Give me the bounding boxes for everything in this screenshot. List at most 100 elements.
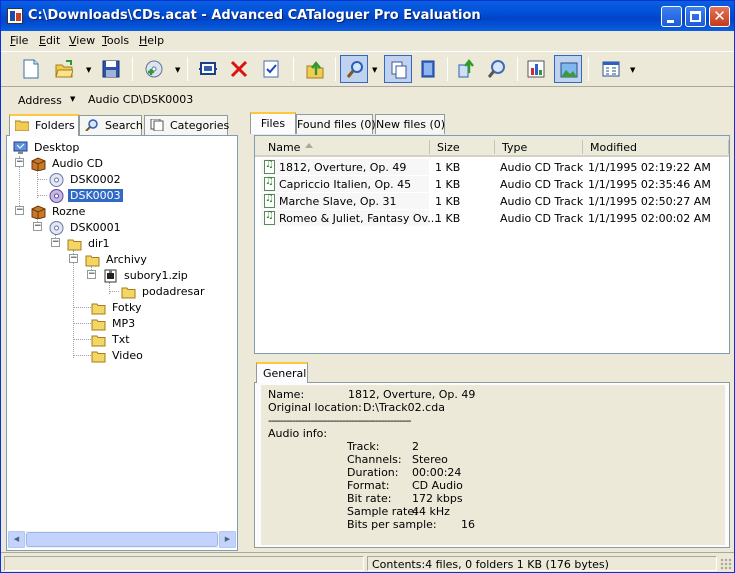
- view-mode-dropdown-icon[interactable]: ▼: [630, 66, 635, 74]
- thumbnail-button[interactable]: [554, 55, 582, 83]
- menu-file[interactable]: File: [10, 34, 28, 47]
- save-button[interactable]: [97, 55, 125, 83]
- address-dropdown-icon[interactable]: ▼: [70, 95, 75, 103]
- resize-grip-icon[interactable]: [720, 558, 732, 570]
- find-button[interactable]: [340, 55, 368, 83]
- tree-expander[interactable]: −: [51, 238, 60, 247]
- up-folder-button[interactable]: [301, 55, 329, 83]
- menu-edit[interactable]: Edit: [39, 34, 60, 47]
- close-button[interactable]: ✕: [709, 6, 730, 27]
- cell-type: Audio CD Track: [500, 161, 584, 174]
- new-document-icon: [23, 59, 39, 79]
- tree-expander[interactable]: −: [15, 206, 24, 215]
- address-bar: Address ▼ Audio CD\DSK0003: [1, 88, 734, 110]
- zip-file-icon: [104, 269, 117, 283]
- book-button[interactable]: [414, 55, 442, 83]
- tab-general[interactable]: General: [256, 362, 308, 383]
- right-tab-strip: Files Found files (0) New files (0): [250, 112, 730, 134]
- app-icon[interactable]: [7, 8, 23, 24]
- copy-button[interactable]: [384, 55, 412, 83]
- tree-expander[interactable]: −: [33, 222, 42, 231]
- cell-type: Audio CD Track: [500, 212, 584, 225]
- table-row[interactable]: 1812, Overture, Op. 49 1 KB Audio CD Tra…: [261, 159, 729, 175]
- menu-tools[interactable]: Tools: [102, 34, 129, 47]
- toolbar-separator: [187, 57, 188, 81]
- minimize-button[interactable]: [661, 6, 682, 27]
- status-contents: Contents:4 files, 0 folders 1 KB (176 by…: [372, 558, 609, 571]
- add-disk-button[interactable]: [140, 55, 168, 83]
- scan-button[interactable]: [194, 55, 222, 83]
- column-modified-label: Modified: [590, 141, 637, 154]
- tree-expander[interactable]: −: [15, 158, 24, 167]
- import-button[interactable]: [452, 55, 480, 83]
- format-label: Format:: [347, 479, 390, 492]
- tree-connector: [37, 179, 47, 180]
- column-header-modified[interactable]: Modified: [583, 136, 729, 157]
- title-bar[interactable]: C:\Downloads\CDs.acat - Advanced CATalog…: [1, 1, 734, 31]
- scroll-left-icon[interactable]: ◀: [8, 531, 25, 548]
- report-button[interactable]: [522, 55, 550, 83]
- column-type-label: Type: [502, 141, 528, 154]
- scroll-right-icon[interactable]: ▶: [219, 531, 236, 548]
- column-header-type[interactable]: Type: [495, 136, 583, 157]
- web-search-button[interactable]: [483, 55, 511, 83]
- delete-icon: [230, 60, 248, 78]
- tree-connector: [109, 291, 119, 292]
- tree-expander[interactable]: −: [87, 270, 96, 279]
- toolbar-separator: [293, 57, 294, 81]
- tab-search[interactable]: Search: [79, 115, 143, 135]
- maximize-button[interactable]: [685, 6, 706, 27]
- tab-categories[interactable]: Categories: [144, 115, 229, 135]
- new-button[interactable]: [17, 55, 45, 83]
- menu-view[interactable]: View: [69, 34, 95, 47]
- open-dropdown-icon[interactable]: ▼: [86, 66, 91, 74]
- tab-new-files[interactable]: New files (0): [375, 114, 445, 134]
- scroll-thumb[interactable]: [26, 532, 218, 547]
- track-label: Track:: [347, 440, 380, 453]
- properties-button[interactable]: [257, 55, 285, 83]
- vertical-splitter[interactable]: [242, 110, 247, 551]
- column-header-name[interactable]: Name: [255, 136, 430, 157]
- horizontal-splitter[interactable]: [254, 355, 730, 360]
- open-button[interactable]: [50, 55, 78, 83]
- tree-node-label: MP3: [112, 317, 136, 330]
- delete-button[interactable]: [225, 55, 253, 83]
- view-mode-button[interactable]: [597, 55, 625, 83]
- toolbar: ▼ ▼ ▼ ▼: [1, 51, 734, 87]
- cell-modified: 1/1/1995 02:19:22 AM: [588, 161, 711, 174]
- tree-node-label: dir1: [88, 237, 110, 250]
- tree-node-label: Video: [112, 349, 143, 362]
- search-globe-icon: [488, 60, 505, 78]
- channels-value: Stereo: [412, 453, 448, 466]
- add-disk-dropdown-icon[interactable]: ▼: [175, 66, 180, 74]
- sample-rate-label: Sample rate:: [347, 505, 418, 518]
- find-dropdown-icon[interactable]: ▼: [372, 66, 377, 74]
- column-header-size[interactable]: Size: [430, 136, 495, 157]
- cell-size: 1 KB: [435, 178, 461, 191]
- folder-icon: [15, 120, 29, 131]
- folder-icon: [121, 287, 136, 299]
- file-list[interactable]: Name Size Type Modified 1812, Overture, …: [254, 135, 730, 354]
- category-box-icon: [31, 157, 46, 171]
- address-path[interactable]: Audio CD\DSK0003: [88, 93, 193, 106]
- menu-help[interactable]: Help: [139, 34, 164, 47]
- column-divider[interactable]: [728, 140, 729, 154]
- tree-connector: [73, 355, 91, 356]
- add-disk-icon: [145, 60, 163, 78]
- tree-horizontal-scrollbar[interactable]: ◀ ▶: [8, 531, 236, 548]
- table-row[interactable]: Marche Slave, Op. 31 1 KB Audio CD Track…: [261, 193, 729, 209]
- folder-icon: [67, 239, 82, 251]
- audio-track-icon: [264, 159, 275, 174]
- tree-expander[interactable]: −: [69, 254, 78, 263]
- table-row[interactable]: Romeo & Juliet, Fantasy Ov... 1 KB Audio…: [261, 210, 729, 226]
- tab-found-files[interactable]: Found files (0): [296, 114, 376, 134]
- location-value: D:\Track02.cda: [363, 401, 445, 414]
- tab-folders[interactable]: Folders: [9, 114, 79, 136]
- tab-files[interactable]: Files: [250, 112, 296, 134]
- folder-tree[interactable]: − − − − − − Desktop Audio CD DSK0002 DSK…: [6, 135, 238, 551]
- sample-rate-value: 44 kHz: [412, 505, 450, 518]
- cell-modified: 1/1/1995 02:35:46 AM: [588, 178, 711, 191]
- tree-node-label: Fotky: [112, 301, 142, 314]
- table-row[interactable]: Capriccio Italien, Op. 45 1 KB Audio CD …: [261, 176, 729, 192]
- cell-name: Marche Slave, Op. 31: [279, 195, 397, 208]
